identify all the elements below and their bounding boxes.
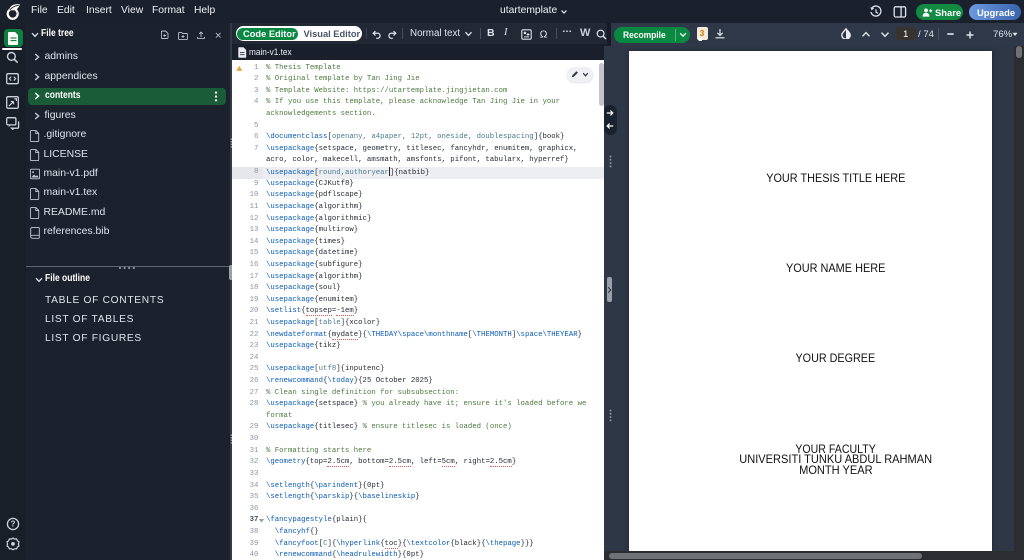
svg-text:Ω: Ω (540, 29, 548, 40)
svg-text:?: ? (10, 519, 15, 528)
